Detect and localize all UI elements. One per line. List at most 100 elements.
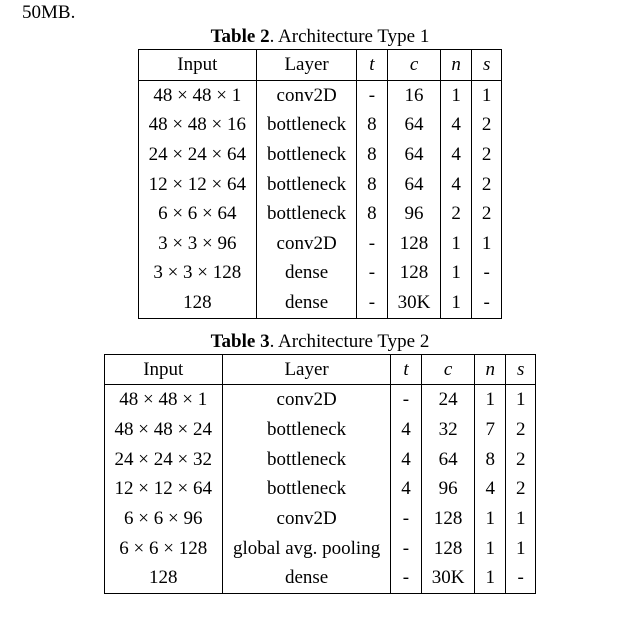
cell-n: 1 xyxy=(441,258,472,288)
cell-input: 6 × 6 × 96 xyxy=(104,504,222,534)
cell-layer: bottleneck xyxy=(257,170,357,200)
cell-input: 24 × 24 × 32 xyxy=(104,445,222,475)
cell-c: 32 xyxy=(421,415,475,445)
cell-s: 1 xyxy=(505,534,536,564)
cell-layer: conv2D xyxy=(257,229,357,259)
cell-input: 128 xyxy=(138,288,256,318)
cell-s: 1 xyxy=(471,80,502,110)
col-layer: Layer xyxy=(257,50,357,81)
table-row: 12 × 12 × 64 bottleneck 8 64 4 2 xyxy=(138,170,502,200)
table-row: 3 × 3 × 96 conv2D - 128 1 1 xyxy=(138,229,502,259)
table3-caption-label: Table 3 xyxy=(211,331,270,352)
cell-input: 48 × 48 × 1 xyxy=(138,80,256,110)
cell-n: 8 xyxy=(475,445,506,475)
cell-t: - xyxy=(357,80,388,110)
table3: Input Layer t c n s 48 × 48 × 1 conv2D -… xyxy=(104,354,537,594)
table-row: 48 × 48 × 16 bottleneck 8 64 4 2 xyxy=(138,110,502,140)
cell-c: 64 xyxy=(387,170,441,200)
cell-layer: global avg. pooling xyxy=(222,534,390,564)
cell-c: 24 xyxy=(421,385,475,415)
cell-s: 2 xyxy=(505,445,536,475)
table3-caption-title: . Architecture Type 2 xyxy=(270,331,430,352)
cell-input: 3 × 3 × 96 xyxy=(138,229,256,259)
col-s: s xyxy=(471,50,502,81)
cell-input: 12 × 12 × 64 xyxy=(138,170,256,200)
cell-s: 2 xyxy=(471,140,502,170)
cell-layer: bottleneck xyxy=(257,199,357,229)
cell-n: 1 xyxy=(441,80,472,110)
cell-c: 30K xyxy=(421,563,475,593)
cell-s: 2 xyxy=(471,170,502,200)
cell-n: 4 xyxy=(441,140,472,170)
cell-input: 48 × 48 × 24 xyxy=(104,415,222,445)
page: 50MB. Table 2. Architecture Type 1 Input… xyxy=(0,0,640,618)
table-row: 48 × 48 × 24 bottleneck 4 32 7 2 xyxy=(104,415,536,445)
cell-t: 8 xyxy=(357,170,388,200)
col-n: n xyxy=(441,50,472,81)
col-input: Input xyxy=(104,354,222,385)
cell-layer: dense xyxy=(257,288,357,318)
col-c: c xyxy=(421,354,475,385)
cell-n: 1 xyxy=(475,563,506,593)
col-layer: Layer xyxy=(222,354,390,385)
col-t: t xyxy=(357,50,388,81)
cell-s: - xyxy=(505,563,536,593)
cell-c: 64 xyxy=(387,140,441,170)
cell-s: 2 xyxy=(505,415,536,445)
cell-n: 1 xyxy=(441,288,472,318)
cell-input: 128 xyxy=(104,563,222,593)
cell-c: 128 xyxy=(421,534,475,564)
cell-s: - xyxy=(471,288,502,318)
cell-input: 3 × 3 × 128 xyxy=(138,258,256,288)
cell-layer: conv2D xyxy=(222,504,390,534)
cell-t: - xyxy=(357,288,388,318)
cell-n: 4 xyxy=(441,110,472,140)
cell-n: 2 xyxy=(441,199,472,229)
table2-caption-title: . Architecture Type 1 xyxy=(270,26,430,47)
cell-s: 1 xyxy=(505,385,536,415)
cell-t: 4 xyxy=(391,415,422,445)
table-header-row: Input Layer t c n s xyxy=(138,50,502,81)
table-row: 48 × 48 × 1 conv2D - 24 1 1 xyxy=(104,385,536,415)
cell-t: 8 xyxy=(357,110,388,140)
cell-input: 48 × 48 × 1 xyxy=(104,385,222,415)
table-row: 128 dense - 30K 1 - xyxy=(104,563,536,593)
col-t: t xyxy=(391,354,422,385)
cell-input: 12 × 12 × 64 xyxy=(104,474,222,504)
cell-c: 30K xyxy=(387,288,441,318)
table3-caption: Table 3. Architecture Type 2 xyxy=(16,331,624,353)
cell-layer: conv2D xyxy=(222,385,390,415)
cell-layer: dense xyxy=(257,258,357,288)
cell-layer: conv2D xyxy=(257,80,357,110)
cell-t: - xyxy=(391,534,422,564)
col-c: c xyxy=(387,50,441,81)
cell-n: 4 xyxy=(441,170,472,200)
table-row: 3 × 3 × 128 dense - 128 1 - xyxy=(138,258,502,288)
cell-t: 8 xyxy=(357,140,388,170)
cell-layer: bottleneck xyxy=(222,474,390,504)
cell-t: - xyxy=(391,385,422,415)
cell-layer: bottleneck xyxy=(257,110,357,140)
cell-n: 1 xyxy=(475,385,506,415)
leading-text-fragment: 50MB. xyxy=(22,2,624,24)
cell-layer: dense xyxy=(222,563,390,593)
col-input: Input xyxy=(138,50,256,81)
table-row: 48 × 48 × 1 conv2D - 16 1 1 xyxy=(138,80,502,110)
table-row: 128 dense - 30K 1 - xyxy=(138,288,502,318)
cell-c: 96 xyxy=(387,199,441,229)
col-n: n xyxy=(475,354,506,385)
cell-t: 8 xyxy=(357,199,388,229)
cell-c: 128 xyxy=(387,229,441,259)
cell-c: 16 xyxy=(387,80,441,110)
cell-s: 1 xyxy=(505,504,536,534)
table-row: 12 × 12 × 64 bottleneck 4 96 4 2 xyxy=(104,474,536,504)
cell-s: 1 xyxy=(471,229,502,259)
cell-input: 6 × 6 × 128 xyxy=(104,534,222,564)
table-row: 6 × 6 × 96 conv2D - 128 1 1 xyxy=(104,504,536,534)
cell-c: 128 xyxy=(387,258,441,288)
cell-layer: bottleneck xyxy=(257,140,357,170)
cell-n: 4 xyxy=(475,474,506,504)
cell-layer: bottleneck xyxy=(222,415,390,445)
cell-t: 4 xyxy=(391,474,422,504)
cell-t: - xyxy=(357,229,388,259)
